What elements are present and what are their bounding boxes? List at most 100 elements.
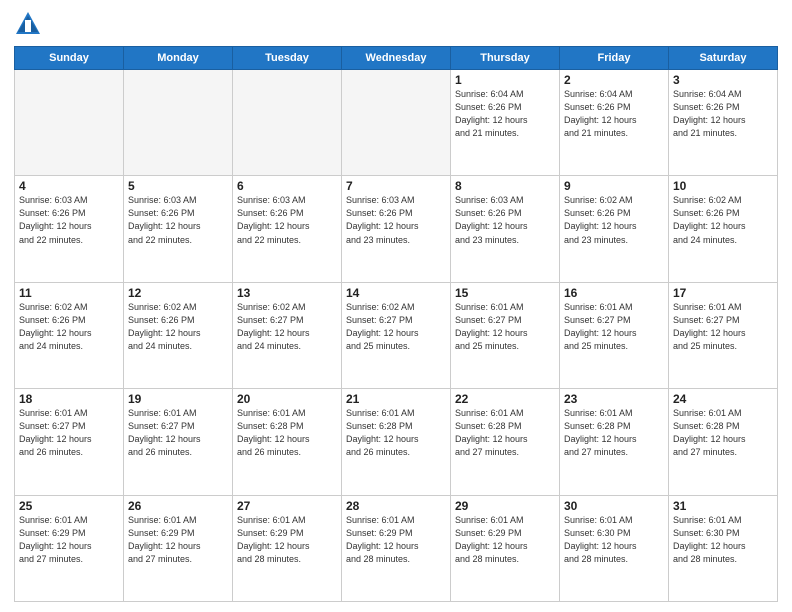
weekday-header-tuesday: Tuesday — [233, 47, 342, 70]
calendar-cell: 13Sunrise: 6:02 AM Sunset: 6:27 PM Dayli… — [233, 282, 342, 388]
day-info: Sunrise: 6:01 AM Sunset: 6:30 PM Dayligh… — [564, 514, 664, 566]
day-info: Sunrise: 6:03 AM Sunset: 6:26 PM Dayligh… — [346, 194, 446, 246]
day-number: 2 — [564, 73, 664, 87]
day-info: Sunrise: 6:02 AM Sunset: 6:26 PM Dayligh… — [128, 301, 228, 353]
calendar-cell: 17Sunrise: 6:01 AM Sunset: 6:27 PM Dayli… — [669, 282, 778, 388]
calendar-cell — [124, 70, 233, 176]
weekday-header-sunday: Sunday — [15, 47, 124, 70]
day-number: 19 — [128, 392, 228, 406]
day-number: 16 — [564, 286, 664, 300]
calendar-cell: 1Sunrise: 6:04 AM Sunset: 6:26 PM Daylig… — [451, 70, 560, 176]
calendar-cell: 18Sunrise: 6:01 AM Sunset: 6:27 PM Dayli… — [15, 389, 124, 495]
calendar-cell — [233, 70, 342, 176]
day-number: 8 — [455, 179, 555, 193]
day-number: 26 — [128, 499, 228, 513]
day-info: Sunrise: 6:01 AM Sunset: 6:29 PM Dayligh… — [455, 514, 555, 566]
day-number: 5 — [128, 179, 228, 193]
day-info: Sunrise: 6:01 AM Sunset: 6:28 PM Dayligh… — [237, 407, 337, 459]
calendar-cell: 31Sunrise: 6:01 AM Sunset: 6:30 PM Dayli… — [669, 495, 778, 601]
logo-icon — [14, 10, 42, 38]
day-number: 9 — [564, 179, 664, 193]
calendar-cell: 3Sunrise: 6:04 AM Sunset: 6:26 PM Daylig… — [669, 70, 778, 176]
calendar-week-row-5: 25Sunrise: 6:01 AM Sunset: 6:29 PM Dayli… — [15, 495, 778, 601]
calendar-cell: 7Sunrise: 6:03 AM Sunset: 6:26 PM Daylig… — [342, 176, 451, 282]
weekday-header-saturday: Saturday — [669, 47, 778, 70]
calendar-cell: 12Sunrise: 6:02 AM Sunset: 6:26 PM Dayli… — [124, 282, 233, 388]
calendar-cell: 9Sunrise: 6:02 AM Sunset: 6:26 PM Daylig… — [560, 176, 669, 282]
day-info: Sunrise: 6:01 AM Sunset: 6:27 PM Dayligh… — [673, 301, 773, 353]
weekday-header-monday: Monday — [124, 47, 233, 70]
day-info: Sunrise: 6:01 AM Sunset: 6:29 PM Dayligh… — [19, 514, 119, 566]
day-number: 24 — [673, 392, 773, 406]
header — [14, 10, 778, 38]
day-info: Sunrise: 6:02 AM Sunset: 6:27 PM Dayligh… — [237, 301, 337, 353]
day-info: Sunrise: 6:01 AM Sunset: 6:28 PM Dayligh… — [564, 407, 664, 459]
day-number: 29 — [455, 499, 555, 513]
day-number: 30 — [564, 499, 664, 513]
weekday-header-row: SundayMondayTuesdayWednesdayThursdayFrid… — [15, 47, 778, 70]
day-info: Sunrise: 6:04 AM Sunset: 6:26 PM Dayligh… — [673, 88, 773, 140]
calendar-week-row-1: 1Sunrise: 6:04 AM Sunset: 6:26 PM Daylig… — [15, 70, 778, 176]
day-info: Sunrise: 6:01 AM Sunset: 6:28 PM Dayligh… — [455, 407, 555, 459]
calendar-cell — [15, 70, 124, 176]
calendar-cell: 28Sunrise: 6:01 AM Sunset: 6:29 PM Dayli… — [342, 495, 451, 601]
calendar-week-row-2: 4Sunrise: 6:03 AM Sunset: 6:26 PM Daylig… — [15, 176, 778, 282]
day-number: 6 — [237, 179, 337, 193]
day-number: 11 — [19, 286, 119, 300]
day-number: 13 — [237, 286, 337, 300]
day-info: Sunrise: 6:02 AM Sunset: 6:26 PM Dayligh… — [19, 301, 119, 353]
weekday-header-friday: Friday — [560, 47, 669, 70]
calendar-cell: 6Sunrise: 6:03 AM Sunset: 6:26 PM Daylig… — [233, 176, 342, 282]
day-info: Sunrise: 6:01 AM Sunset: 6:29 PM Dayligh… — [128, 514, 228, 566]
day-info: Sunrise: 6:01 AM Sunset: 6:29 PM Dayligh… — [346, 514, 446, 566]
logo — [14, 10, 46, 38]
day-info: Sunrise: 6:02 AM Sunset: 6:26 PM Dayligh… — [564, 194, 664, 246]
weekday-header-thursday: Thursday — [451, 47, 560, 70]
day-number: 27 — [237, 499, 337, 513]
day-number: 12 — [128, 286, 228, 300]
calendar-cell: 11Sunrise: 6:02 AM Sunset: 6:26 PM Dayli… — [15, 282, 124, 388]
calendar-cell: 10Sunrise: 6:02 AM Sunset: 6:26 PM Dayli… — [669, 176, 778, 282]
day-info: Sunrise: 6:01 AM Sunset: 6:27 PM Dayligh… — [19, 407, 119, 459]
calendar-cell: 14Sunrise: 6:02 AM Sunset: 6:27 PM Dayli… — [342, 282, 451, 388]
calendar-cell: 16Sunrise: 6:01 AM Sunset: 6:27 PM Dayli… — [560, 282, 669, 388]
calendar-cell: 30Sunrise: 6:01 AM Sunset: 6:30 PM Dayli… — [560, 495, 669, 601]
day-number: 21 — [346, 392, 446, 406]
day-number: 25 — [19, 499, 119, 513]
day-number: 18 — [19, 392, 119, 406]
day-info: Sunrise: 6:02 AM Sunset: 6:26 PM Dayligh… — [673, 194, 773, 246]
calendar-cell: 29Sunrise: 6:01 AM Sunset: 6:29 PM Dayli… — [451, 495, 560, 601]
calendar-cell — [342, 70, 451, 176]
day-info: Sunrise: 6:01 AM Sunset: 6:28 PM Dayligh… — [346, 407, 446, 459]
day-number: 31 — [673, 499, 773, 513]
day-number: 4 — [19, 179, 119, 193]
day-number: 1 — [455, 73, 555, 87]
calendar-cell: 21Sunrise: 6:01 AM Sunset: 6:28 PM Dayli… — [342, 389, 451, 495]
calendar-cell: 24Sunrise: 6:01 AM Sunset: 6:28 PM Dayli… — [669, 389, 778, 495]
calendar-cell: 27Sunrise: 6:01 AM Sunset: 6:29 PM Dayli… — [233, 495, 342, 601]
calendar-cell: 8Sunrise: 6:03 AM Sunset: 6:26 PM Daylig… — [451, 176, 560, 282]
calendar-cell: 5Sunrise: 6:03 AM Sunset: 6:26 PM Daylig… — [124, 176, 233, 282]
calendar-cell: 26Sunrise: 6:01 AM Sunset: 6:29 PM Dayli… — [124, 495, 233, 601]
calendar-week-row-4: 18Sunrise: 6:01 AM Sunset: 6:27 PM Dayli… — [15, 389, 778, 495]
day-info: Sunrise: 6:03 AM Sunset: 6:26 PM Dayligh… — [237, 194, 337, 246]
day-info: Sunrise: 6:04 AM Sunset: 6:26 PM Dayligh… — [564, 88, 664, 140]
day-info: Sunrise: 6:03 AM Sunset: 6:26 PM Dayligh… — [19, 194, 119, 246]
day-number: 17 — [673, 286, 773, 300]
day-number: 7 — [346, 179, 446, 193]
calendar-week-row-3: 11Sunrise: 6:02 AM Sunset: 6:26 PM Dayli… — [15, 282, 778, 388]
calendar-cell: 20Sunrise: 6:01 AM Sunset: 6:28 PM Dayli… — [233, 389, 342, 495]
calendar-cell: 22Sunrise: 6:01 AM Sunset: 6:28 PM Dayli… — [451, 389, 560, 495]
day-number: 15 — [455, 286, 555, 300]
day-info: Sunrise: 6:01 AM Sunset: 6:27 PM Dayligh… — [128, 407, 228, 459]
day-info: Sunrise: 6:01 AM Sunset: 6:28 PM Dayligh… — [673, 407, 773, 459]
calendar-cell: 4Sunrise: 6:03 AM Sunset: 6:26 PM Daylig… — [15, 176, 124, 282]
day-info: Sunrise: 6:04 AM Sunset: 6:26 PM Dayligh… — [455, 88, 555, 140]
day-info: Sunrise: 6:01 AM Sunset: 6:27 PM Dayligh… — [564, 301, 664, 353]
day-info: Sunrise: 6:01 AM Sunset: 6:30 PM Dayligh… — [673, 514, 773, 566]
day-info: Sunrise: 6:03 AM Sunset: 6:26 PM Dayligh… — [455, 194, 555, 246]
calendar-cell: 23Sunrise: 6:01 AM Sunset: 6:28 PM Dayli… — [560, 389, 669, 495]
day-info: Sunrise: 6:02 AM Sunset: 6:27 PM Dayligh… — [346, 301, 446, 353]
day-number: 28 — [346, 499, 446, 513]
day-number: 23 — [564, 392, 664, 406]
